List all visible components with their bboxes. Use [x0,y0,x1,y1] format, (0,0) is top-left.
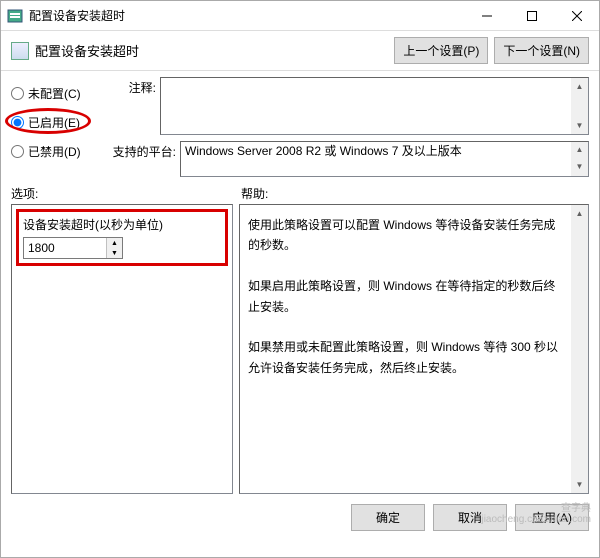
help-section-label: 帮助: [241,185,589,202]
scroll-down-icon[interactable]: ▼ [571,476,588,493]
platform-row: 支持的平台: Windows Server 2008 R2 或 Windows … [106,141,589,177]
next-setting-button[interactable]: 下一个设置(N) [494,37,589,64]
watermark-line2: jiaocheng.chazidian.com [481,514,591,525]
scroll-up-icon[interactable]: ▲ [571,205,588,222]
close-button[interactable] [554,1,599,30]
comment-textarea[interactable]: ▲ ▼ [160,77,589,135]
scroll-down-icon[interactable]: ▼ [571,117,588,134]
comment-row: 注释: ▲ ▼ [106,77,589,135]
scroll-up-icon[interactable]: ▲ [571,142,588,159]
timeout-spinner[interactable]: ▲ ▼ [23,237,123,259]
scroll-up-icon[interactable]: ▲ [571,78,588,95]
spinner-down-button[interactable]: ▼ [107,248,122,258]
timeout-input[interactable] [24,238,106,258]
window-title: 配置设备安装超时 [29,7,464,24]
help-pane: 使用此策略设置可以配置 Windows 等待设备安装任务完成的秒数。 如果启用此… [239,204,589,494]
spinner-up-button[interactable]: ▲ [107,238,122,248]
policy-icon [11,42,29,60]
help-scrollbar[interactable]: ▲ ▼ [571,205,588,493]
help-paragraph-1: 使用此策略设置可以配置 Windows 等待设备安装任务完成的秒数。 [248,215,566,256]
window-sysicon [7,8,23,24]
main-pane: 设备安装超时(以秒为单位) ▲ ▼ 使用此策略设置可以配置 Windows 等待… [1,204,599,494]
platform-scrollbar[interactable]: ▲ ▼ [571,142,588,176]
radio-not-configured[interactable]: 未配置(C) [11,85,106,102]
watermark-line1: 查字典 [481,499,591,514]
policy-title: 配置设备安装超时 [35,41,394,60]
title-bar: 配置设备安装超时 [1,1,599,31]
radio-disabled-input[interactable] [11,145,24,158]
options-pane: 设备安装超时(以秒为单位) ▲ ▼ [11,204,233,494]
maximize-button[interactable] [509,1,554,30]
platform-box: Windows Server 2008 R2 或 Windows 7 及以上版本… [180,141,589,177]
help-paragraph-2: 如果启用此策略设置，则 Windows 在等待指定的秒数后终止安装。 [248,276,566,317]
options-section-label: 选项: [11,185,241,202]
radio-disabled[interactable]: 已禁用(D) [11,143,106,160]
state-radio-group: 未配置(C) 已启用(E) 已禁用(D) [11,77,106,177]
radio-not-configured-input[interactable] [11,87,24,100]
policy-header: 配置设备安装超时 上一个设置(P) 下一个设置(N) [1,31,599,71]
comment-scrollbar[interactable]: ▲ ▼ [571,78,588,134]
minimize-button[interactable] [464,1,509,30]
highlight-box: 设备安装超时(以秒为单位) ▲ ▼ [16,209,228,266]
spinner-buttons: ▲ ▼ [106,238,122,258]
radio-disabled-label: 已禁用(D) [28,143,81,160]
section-labels: 选项: 帮助: [1,177,599,204]
radio-enabled[interactable]: 已启用(E) [11,114,106,131]
timeout-option-label: 设备安装超时(以秒为单位) [23,216,221,233]
top-config-area: 未配置(C) 已启用(E) 已禁用(D) 注释: ▲ ▼ 支持的平台: [1,71,599,177]
scroll-down-icon[interactable]: ▼ [571,159,588,176]
platform-value: Windows Server 2008 R2 或 Windows 7 及以上版本 [185,144,462,158]
comment-label: 注释: [106,77,156,96]
help-paragraph-3: 如果禁用或未配置此策略设置，则 Windows 等待 300 秒以允许设备安装任… [248,337,566,378]
platform-label: 支持的平台: [106,141,176,160]
previous-setting-button[interactable]: 上一个设置(P) [394,37,488,64]
ok-button[interactable]: 确定 [351,504,425,531]
radio-enabled-input[interactable] [11,116,24,129]
watermark: 查字典 jiaocheng.chazidian.com [481,499,591,525]
radio-enabled-label: 已启用(E) [28,114,80,131]
radio-not-configured-label: 未配置(C) [28,85,81,102]
window-controls [464,1,599,30]
